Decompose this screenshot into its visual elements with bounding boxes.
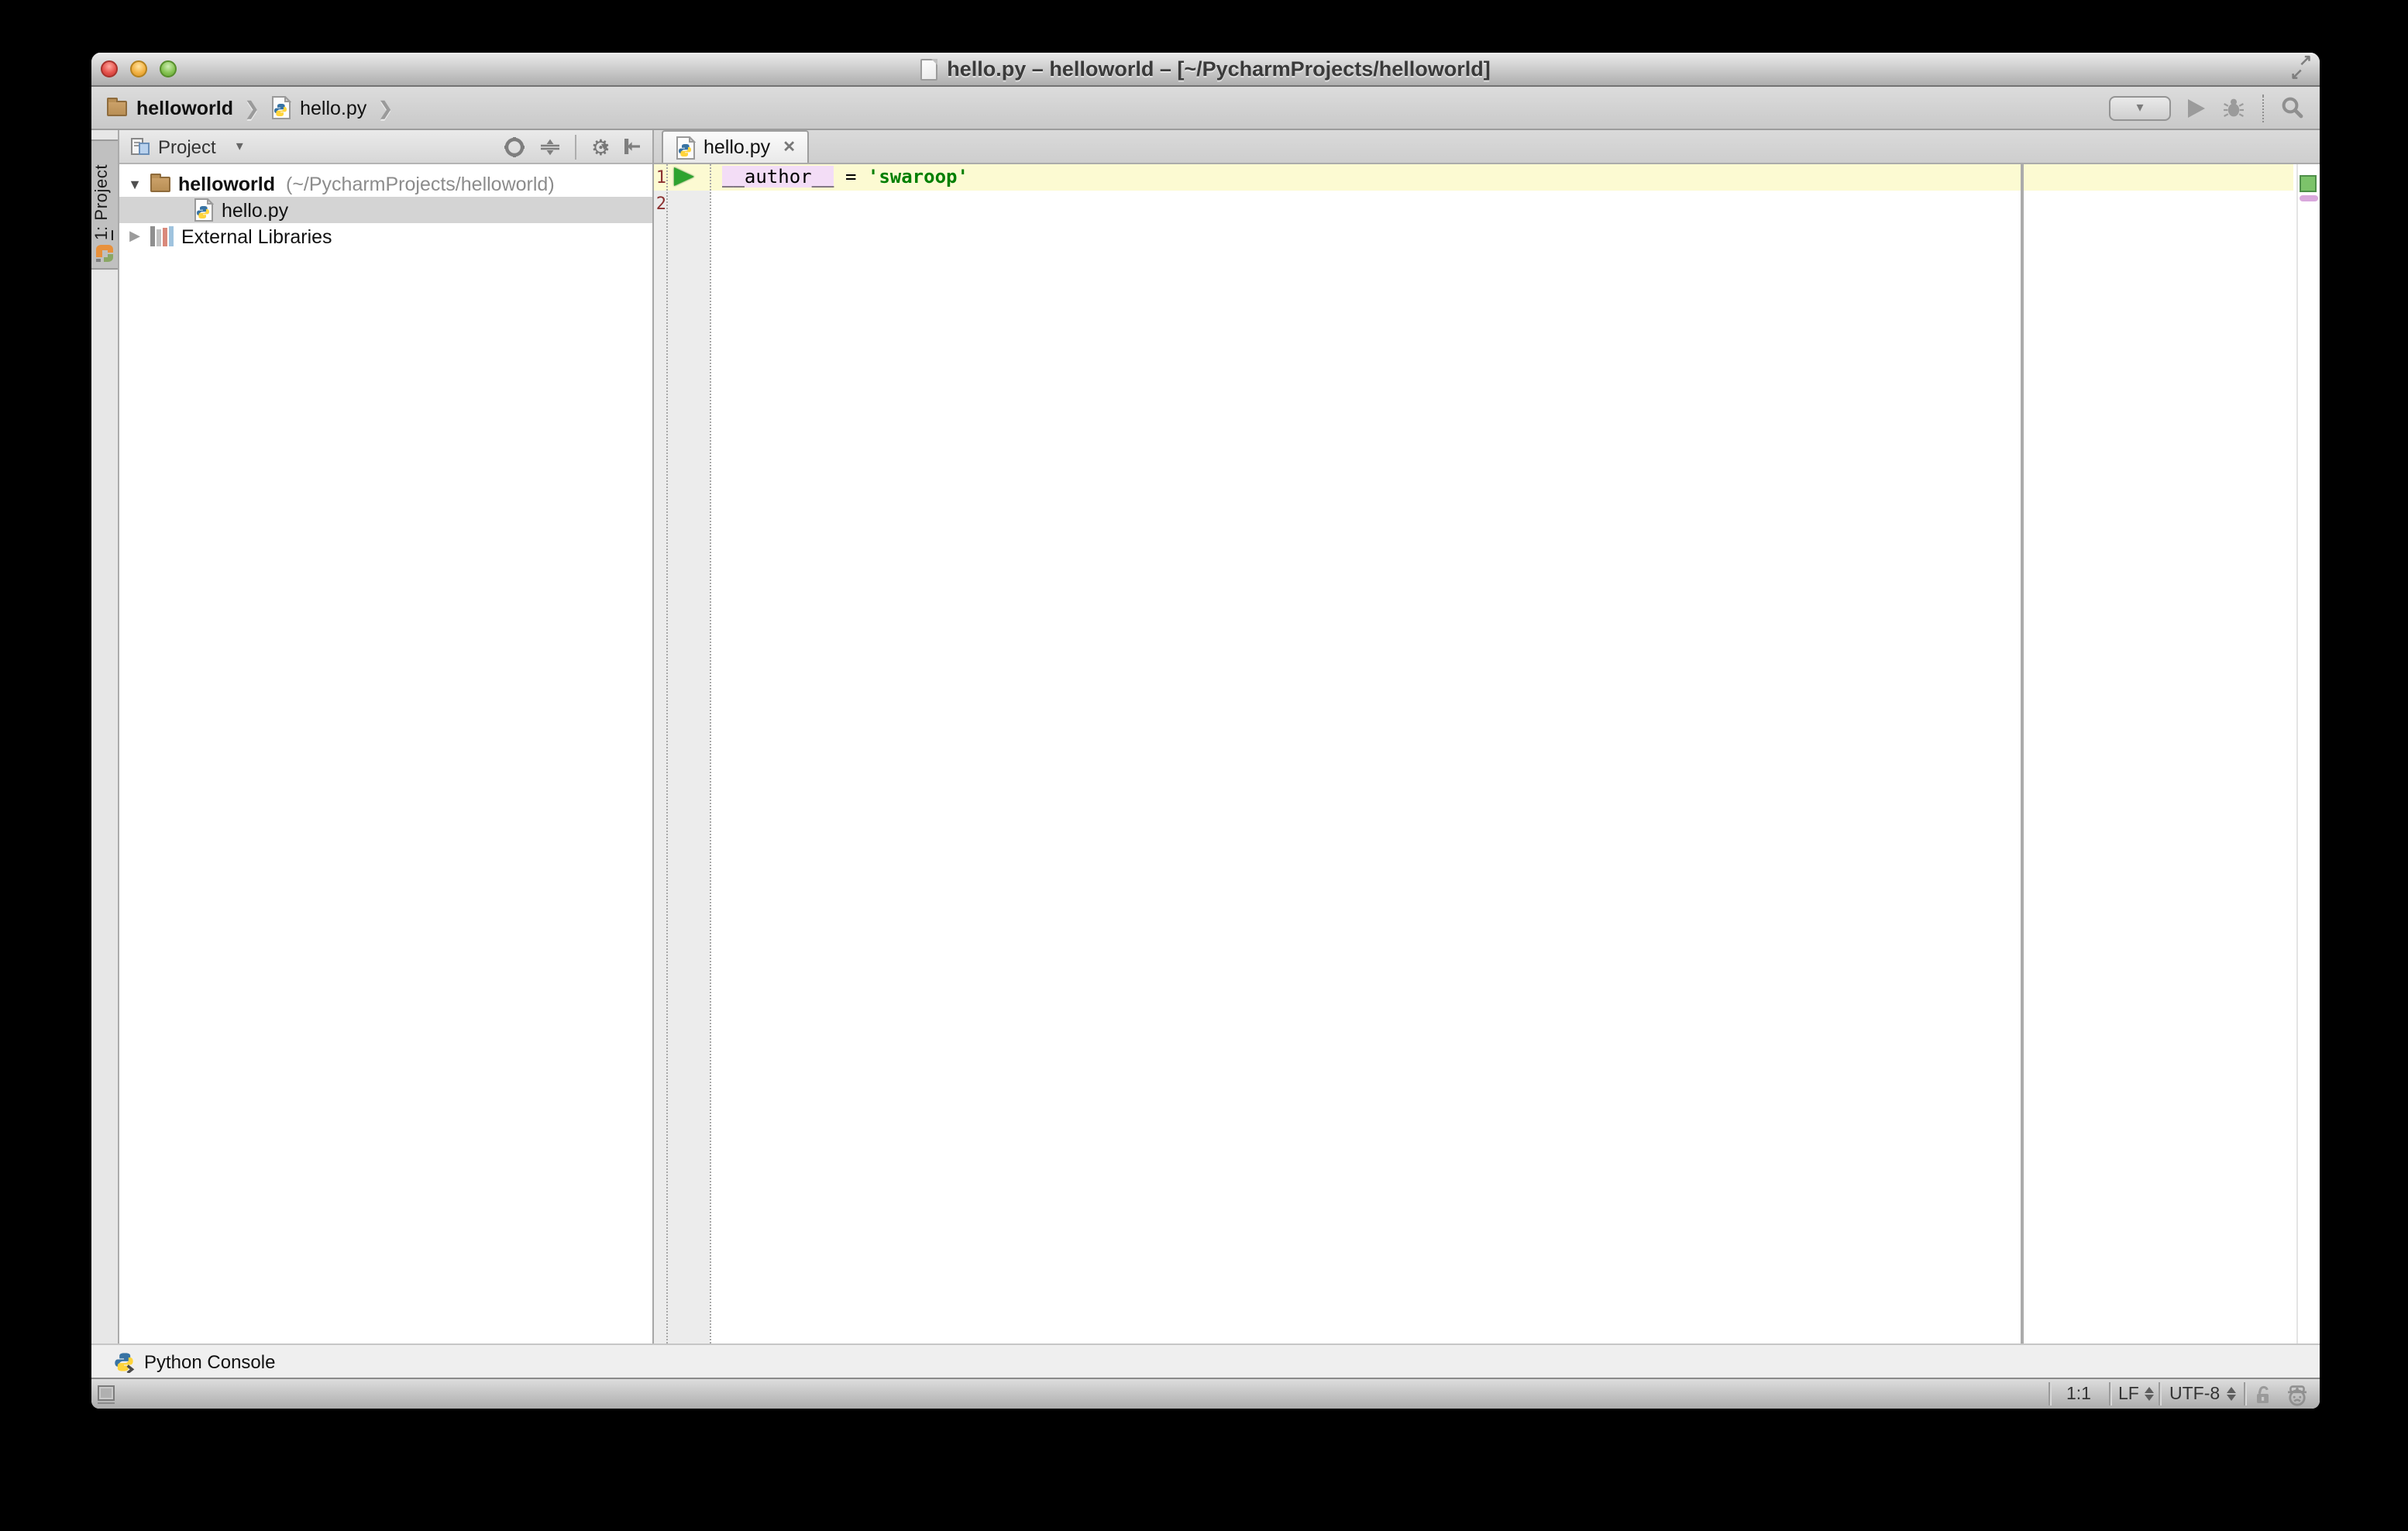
operator-token: = xyxy=(834,166,868,188)
inspection-status-indicator[interactable] xyxy=(2300,175,2317,192)
close-icon[interactable] xyxy=(783,139,796,156)
editor-area: hello.py 1 2 __author__ = 'swaroop' xyxy=(654,130,2320,1343)
left-tool-strip: 1: Project xyxy=(91,130,119,1343)
close-window-button[interactable] xyxy=(101,60,118,77)
document-icon xyxy=(920,58,937,80)
project-tool-window-tab[interactable]: 1: Project xyxy=(91,139,118,270)
fullscreen-resize-icon[interactable] xyxy=(2290,57,2312,81)
search-icon[interactable] xyxy=(2281,96,2304,119)
chevron-right-icon xyxy=(244,97,260,119)
project-panel-header: Project xyxy=(119,130,652,164)
collapse-all-icon[interactable] xyxy=(540,136,562,157)
zoom-window-button[interactable] xyxy=(160,60,177,77)
tab-hello-py[interactable]: hello.py xyxy=(662,130,810,163)
libraries-icon xyxy=(150,226,174,246)
unlock-icon[interactable] xyxy=(2253,1384,2273,1405)
run-toolbar xyxy=(2109,94,2304,122)
tab-label: hello.py xyxy=(703,136,770,158)
collapsed-arrow-icon[interactable] xyxy=(127,228,143,245)
project-tab-icon xyxy=(95,243,115,263)
hector-inspector-icon[interactable] xyxy=(2286,1383,2309,1406)
main-content: 1: Project Proj xyxy=(91,130,2320,1343)
status-separator xyxy=(2159,1382,2160,1405)
encoding-selector[interactable]: UTF-8 xyxy=(2169,1379,2235,1409)
python-console-button[interactable]: Python Console xyxy=(144,1350,275,1372)
gear-menu[interactable] xyxy=(591,136,607,157)
debug-icon[interactable] xyxy=(2222,96,2245,119)
breadcrumb-helloworld[interactable]: helloworld xyxy=(107,97,233,119)
locate-icon[interactable] xyxy=(504,136,526,157)
toolbar-separator xyxy=(2262,94,2264,122)
title-bar[interactable]: hello.py – helloworld – [~/PycharmProjec… xyxy=(91,53,2320,87)
editor-gutter xyxy=(654,164,710,1343)
project-tab-label: 1: Project xyxy=(93,144,112,240)
updown-arrows-icon xyxy=(2226,1387,2235,1402)
gutter-separator xyxy=(666,164,668,1343)
status-separator xyxy=(2109,1382,2110,1405)
run-configuration-dropdown[interactable] xyxy=(2109,95,2171,120)
header-separator xyxy=(576,134,577,159)
code-line-1[interactable]: __author__ = 'swaroop' xyxy=(654,164,968,191)
hide-panel-icon[interactable] xyxy=(621,136,642,157)
traffic-lights xyxy=(101,60,177,77)
minimize-window-button[interactable] xyxy=(130,60,147,77)
python-console-icon xyxy=(113,1350,135,1372)
python-file-icon xyxy=(270,96,291,119)
python-file-icon xyxy=(194,198,214,222)
run-icon[interactable] xyxy=(2188,98,2205,117)
tree-row-external-libraries[interactable]: External Libraries xyxy=(119,223,652,249)
screen: hello.py – helloworld – [~/PycharmProjec… xyxy=(0,0,2408,1531)
identifier-token: __author__ xyxy=(722,166,834,188)
python-file-icon xyxy=(676,136,696,159)
chevron-right-icon xyxy=(377,97,393,119)
caret-position[interactable]: 1:1 xyxy=(2049,1379,2109,1409)
window-title: hello.py – helloworld – [~/PycharmProjec… xyxy=(947,57,1490,81)
project-panel-icon xyxy=(130,136,150,157)
code-editor[interactable]: 1 2 __author__ = 'swaroop' xyxy=(654,164,2320,1343)
folder-icon xyxy=(150,177,170,192)
tree-row-hello-py[interactable]: hello.py xyxy=(119,197,652,223)
tree-row-helloworld[interactable]: helloworld (~/PycharmProjects/helloworld… xyxy=(119,170,652,197)
string-token: 'swaroop' xyxy=(868,166,968,188)
chevron-down-icon xyxy=(601,139,607,153)
folder-icon xyxy=(107,101,127,116)
right-margin-guide xyxy=(2021,164,2023,1343)
toggle-toolwindows-icon[interactable] xyxy=(98,1385,115,1400)
breadcrumb-hello-py[interactable]: hello.py xyxy=(270,96,366,119)
project-tree: helloworld (~/PycharmProjects/helloworld… xyxy=(119,164,652,1343)
editor-tab-bar: hello.py xyxy=(654,130,2320,164)
line-number: 2 xyxy=(654,191,666,217)
panel-title: Project xyxy=(158,136,216,157)
expand-arrow-icon[interactable] xyxy=(127,176,143,191)
navigation-bar: helloworld hello.py xyxy=(91,87,2320,130)
gutter-separator xyxy=(710,164,711,1343)
project-panel: Project xyxy=(119,130,654,1343)
line-separator-selector[interactable]: LF xyxy=(2118,1379,2155,1409)
pycharm-window: hello.py – helloworld – [~/PycharmProjec… xyxy=(91,53,2320,1409)
status-bar: 1:1 LF UTF-8 xyxy=(91,1378,2320,1409)
bottom-tool-bar: Python Console xyxy=(91,1343,2320,1378)
status-separator xyxy=(2244,1382,2245,1405)
highlight-stripe-mark[interactable] xyxy=(2300,194,2318,201)
updown-arrows-icon xyxy=(2145,1387,2155,1402)
error-stripe[interactable] xyxy=(2296,164,2320,1343)
chevron-down-icon[interactable] xyxy=(236,138,243,155)
